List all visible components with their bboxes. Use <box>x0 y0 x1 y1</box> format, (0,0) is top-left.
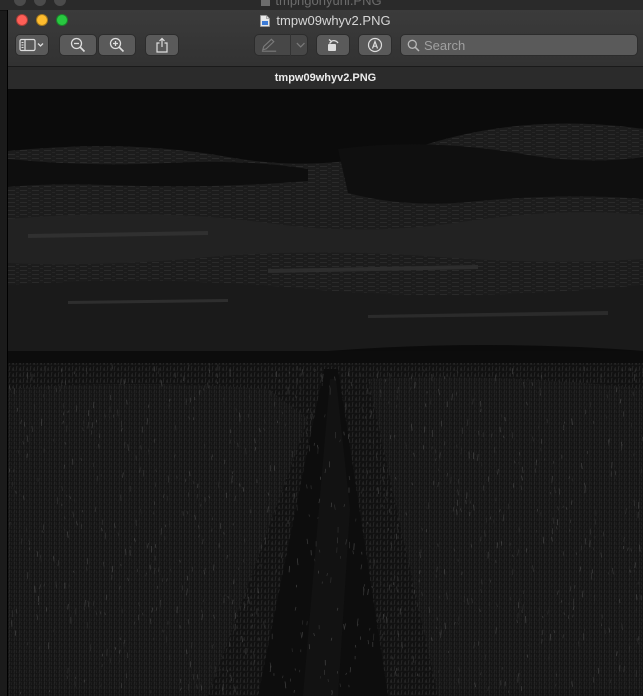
search-input[interactable] <box>424 37 624 53</box>
toolbar <box>8 34 643 58</box>
search-field[interactable] <box>400 34 638 56</box>
markup-pen-button[interactable] <box>254 34 308 56</box>
sidebar-icon <box>19 38 44 52</box>
document-tab-title: tmpw09whyv2.PNG <box>274 72 377 84</box>
titlebar[interactable]: tmpw09whyv2.PNG <box>8 10 643 67</box>
rotate-icon <box>328 38 339 51</box>
pen-icon <box>261 38 277 52</box>
horizon-band <box>8 351 643 363</box>
zoom-out-icon <box>70 37 86 53</box>
preview-window: tmpw09whyv2.PNG Search tmpw09whyv2.PNG <box>7 10 643 696</box>
zoom-in-icon <box>109 37 125 53</box>
zoom-out-button[interactable] <box>59 34 97 56</box>
rotate-button[interactable] <box>316 34 350 56</box>
document-tab-bar: tmpw09whyv2.PNG <box>8 67 643 90</box>
background-window-title: tmpngohyuhi.PNG <box>0 0 643 8</box>
sidebar-toggle-button[interactable] <box>15 34 49 56</box>
zoom-in-button[interactable] <box>98 34 136 56</box>
document-image <box>8 89 643 696</box>
image-canvas[interactable] <box>8 89 643 696</box>
share-icon <box>156 37 168 53</box>
background-file-icon <box>261 0 271 6</box>
markup-circle-icon <box>367 37 383 53</box>
share-button[interactable] <box>145 34 179 56</box>
window-title: tmpw09whyv2.PNG <box>8 13 643 29</box>
annotate-button[interactable] <box>358 34 392 56</box>
chevron-down-icon <box>296 42 305 48</box>
pen-dropdown-divider <box>289 34 291 56</box>
png-document-icon <box>260 15 271 27</box>
search-icon <box>407 39 420 52</box>
